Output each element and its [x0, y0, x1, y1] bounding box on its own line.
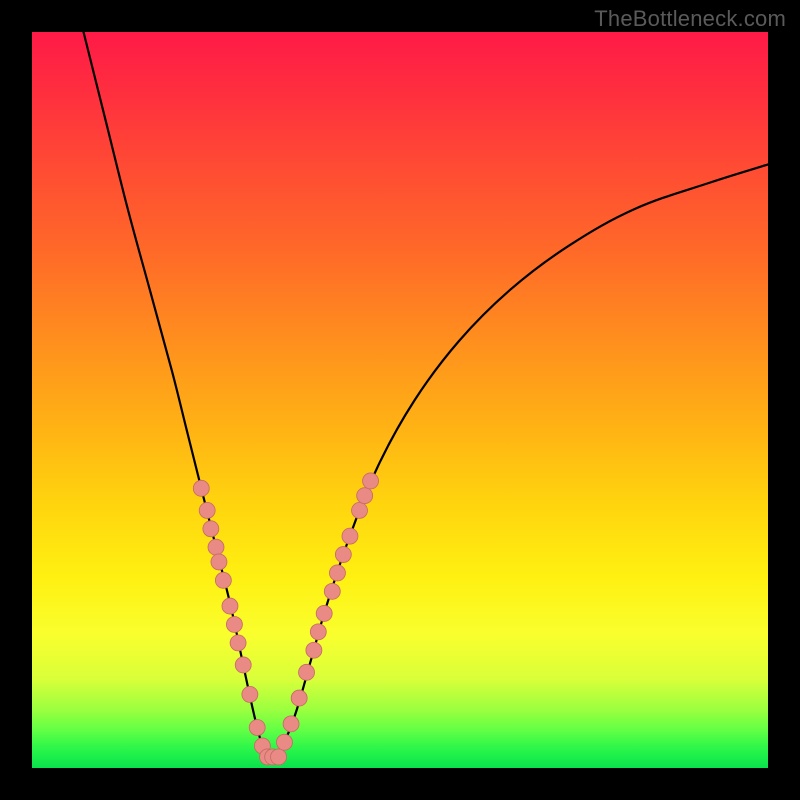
curve-marker: [249, 720, 265, 736]
curve-marker: [324, 583, 340, 599]
curve-marker: [276, 734, 292, 750]
curve-marker: [211, 554, 227, 570]
curve-marker: [335, 547, 351, 563]
curve-marker: [357, 488, 373, 504]
plot-area: [32, 32, 768, 768]
bottleneck-curve: [84, 32, 768, 759]
curve-markers: [193, 473, 378, 765]
curve-marker: [306, 642, 322, 658]
watermark-text: TheBottleneck.com: [594, 6, 786, 32]
chart-svg: [32, 32, 768, 768]
curve-marker: [291, 690, 307, 706]
curve-marker: [283, 716, 299, 732]
curve-marker: [310, 624, 326, 640]
curve-marker: [299, 664, 315, 680]
curve-marker: [342, 528, 358, 544]
curve-marker: [226, 616, 242, 632]
curve-marker: [193, 480, 209, 496]
curve-marker: [242, 686, 258, 702]
curve-marker: [329, 565, 345, 581]
chart-frame: TheBottleneck.com: [0, 0, 800, 800]
curve-marker: [235, 657, 251, 673]
curve-marker: [215, 572, 231, 588]
curve-marker: [363, 473, 379, 489]
curve-marker: [271, 749, 287, 765]
curve-marker: [316, 605, 332, 621]
curve-marker: [352, 502, 368, 518]
curve-marker: [203, 521, 219, 537]
curve-marker: [222, 598, 238, 614]
curve-marker: [199, 502, 215, 518]
curve-marker: [230, 635, 246, 651]
curve-marker: [208, 539, 224, 555]
